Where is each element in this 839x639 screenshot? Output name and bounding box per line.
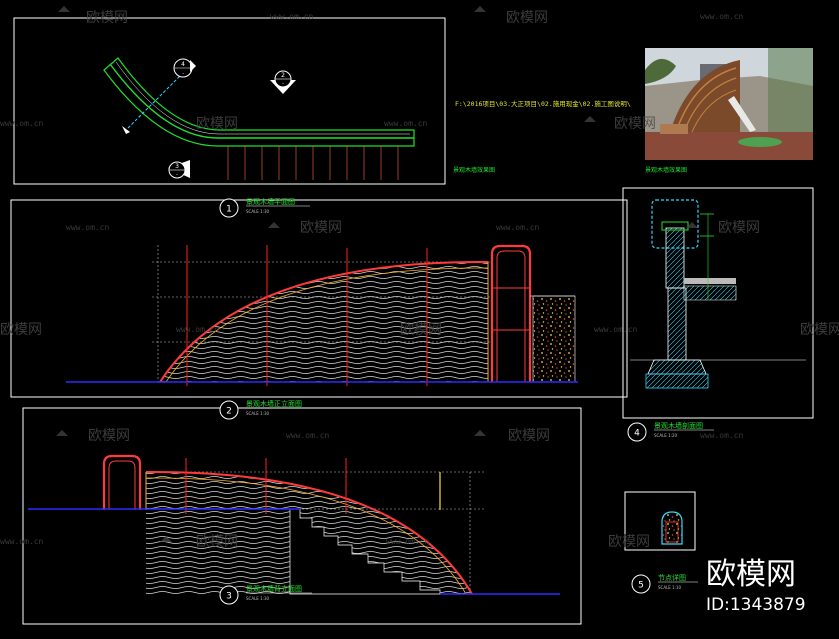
footer-brand-name: 欧模网 — [706, 557, 796, 592]
watermark-url: www.om.cn — [176, 325, 220, 334]
section-line — [127, 75, 181, 129]
callout-2-number: 2 — [281, 72, 285, 79]
callout-3-sheet: - — [176, 172, 178, 178]
plan-steps — [227, 146, 399, 180]
watermark-brand: 欧模网 — [196, 116, 238, 132]
front-wood-slats — [160, 261, 488, 382]
title-block-5: 5 节点详图 SCALE 1:10 — [631, 573, 698, 594]
watermark-brand: 欧模网 — [86, 10, 128, 26]
watermark-url: www.om.cn — [386, 537, 430, 546]
watermark-url: www.om.cn — [66, 223, 110, 232]
title-3-scale: SCALE 1:30 — [246, 596, 270, 601]
plan-wall-centerline — [115, 61, 410, 135]
plan-note: 景观木墙效果图 — [453, 166, 495, 174]
section-footing — [647, 359, 707, 375]
title-block-2: 2 景观木墙正立面图 SCALE 1:30 — [219, 399, 312, 420]
watermark-url: www.om.cn — [384, 119, 428, 128]
watermark-url: www.om.cn — [496, 223, 540, 232]
watermark-brand: 欧模网 — [0, 322, 42, 338]
watermark-brand: 欧模网 — [300, 220, 342, 236]
title-1-scale: SCALE 1:30 — [246, 209, 270, 214]
plan-view: 4 - 2 - 3 - — [13, 17, 446, 185]
watermark-url: www.om.cn — [286, 431, 330, 440]
section-wall-top — [665, 227, 685, 289]
callout-3: 3 - — [168, 160, 190, 179]
footer-id: ID:1343879 — [706, 595, 806, 615]
watermark-brand: 欧模网 — [718, 220, 760, 236]
title-1-text: 景观木墙平面图 — [246, 197, 295, 206]
watermark-brand: 欧模网 — [506, 10, 548, 26]
callout-2-sheet: - — [282, 81, 284, 87]
watermark-url: www.om.cn — [0, 119, 44, 128]
section-column — [667, 287, 687, 361]
detail-element — [661, 511, 683, 545]
callout-4-number: 4 — [181, 61, 185, 68]
title-3-number: 3 — [226, 592, 232, 602]
callout-2: 2 - — [270, 70, 296, 94]
watermark-brand: 欧模网 — [196, 534, 238, 550]
title-3-text: 景观木墙背立面图 — [246, 584, 302, 593]
watermark-url: www.om.cn — [0, 537, 44, 546]
watermark-url: www.om.cn — [700, 12, 744, 21]
watermark-brand: 欧模网 — [508, 428, 550, 444]
callout-4-sheet: - — [182, 71, 184, 77]
cad-drawing-sheet: 4 - 2 - 3 - F:\2016项目\03.大正项目\02.施用现金\02… — [0, 6, 839, 625]
callout-4: 4 - — [173, 58, 196, 78]
section-base — [645, 373, 709, 389]
front-stone-wall — [532, 295, 576, 383]
title-4-number: 4 — [634, 429, 640, 439]
photo-note: 景观木墙效果图 — [645, 166, 687, 174]
title-5-text: 节点详图 — [658, 573, 686, 582]
watermark-url: www.om.cn — [594, 325, 638, 334]
footer-brand: 欧模网 ID:1343879 — [706, 557, 806, 615]
watermark-url: www.om.cn — [700, 431, 744, 440]
watermark-brand: 欧模网 — [400, 322, 442, 338]
title-1-number: 1 — [226, 205, 232, 215]
title-5-scale: SCALE 1:10 — [658, 585, 682, 590]
watermark-brand: 欧模网 — [608, 534, 650, 550]
watermark-brand: 欧模网 — [800, 322, 839, 338]
title-2-number: 2 — [226, 407, 232, 417]
title-4-text: 景观木墙剖面图 — [654, 421, 703, 430]
plan-frame — [13, 17, 446, 185]
file-path-text: F:\2016项目\03.大正项目\02.施用现金\02.施工图说明\ — [455, 99, 631, 108]
title-2-text: 景观木墙正立面图 — [246, 399, 302, 408]
plan-wall-outer — [103, 57, 415, 147]
watermark-url: www.om.cn — [270, 12, 314, 21]
watermark-brand: 欧模网 — [614, 116, 656, 132]
reference-photo — [645, 48, 813, 160]
title-2-scale: SCALE 1:30 — [246, 411, 270, 416]
watermark-brand: 欧模网 — [88, 428, 130, 444]
title-5-number: 5 — [638, 581, 644, 591]
title-4-scale: SCALE 1:20 — [654, 433, 678, 438]
front-railing — [490, 244, 532, 382]
callout-3-number: 3 — [175, 163, 179, 170]
